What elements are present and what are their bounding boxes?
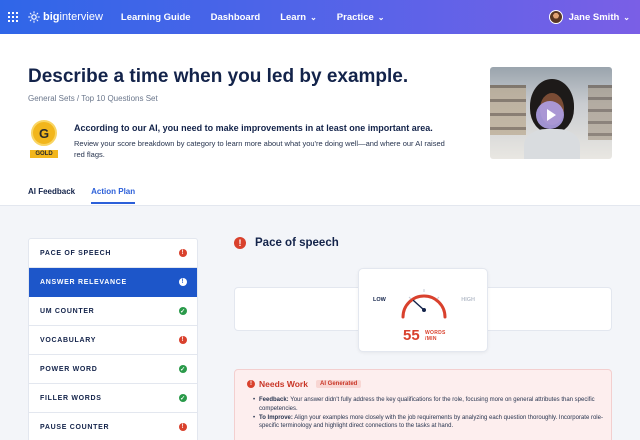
gauge-unit: WORDS/MIN (425, 330, 446, 342)
improve-text: Align your examples more closely with th… (259, 414, 603, 430)
sidebar-item-label: POWER WORD (40, 365, 98, 373)
sidebar-item-label: PAUSE COUNTER (40, 423, 110, 431)
user-name: Jane Smith (568, 11, 620, 23)
logo[interactable]: big interview (28, 11, 103, 23)
logo-light-text: interview (59, 11, 103, 23)
chevron-down-icon: ⌄ (310, 12, 317, 22)
ai-generated-badge: AI Generated (315, 380, 362, 388)
gauge-needle (412, 299, 425, 311)
needs-work-list: Feedback: Your answer didn't fully addre… (253, 396, 605, 431)
sidebar-item-filler-words[interactable]: FILLER WORDS ✓ (29, 384, 197, 413)
section-heading: ! Pace of speech (234, 237, 339, 249)
tab-bar: AI Feedback Action Plan (28, 187, 151, 204)
apps-grid-icon[interactable] (8, 12, 18, 22)
pace-gauge-card: LOW HIGH 55 WORDS/MIN (358, 268, 488, 352)
feedback-label: Feedback: (259, 397, 289, 403)
question-header: Describe a time when you led by example.… (0, 34, 640, 206)
top-nav: big interview Learning Guide Dashboard Le… (0, 0, 640, 34)
feedback-text: Your answer didn't fully address the key… (259, 397, 595, 412)
sidebar-item-pace-of-speech[interactable]: PACE OF SPEECH ! (29, 239, 197, 268)
bookshelf-bg (588, 85, 612, 140)
gauge-pivot (422, 308, 426, 312)
improve-label: To Improve: (259, 414, 293, 421)
gold-medal: G GOLD (30, 120, 58, 162)
alert-icon: ! (179, 278, 187, 286)
nav-link-label: Dashboard (210, 11, 261, 23)
sidebar-item-label: PACE OF SPEECH (40, 249, 112, 257)
tab-ai-feedback[interactable]: AI Feedback (28, 187, 75, 204)
avatar (548, 10, 563, 24)
alert-icon: ! (179, 336, 187, 344)
gauge-high-label: HIGH (461, 297, 475, 303)
alert-icon: ! (234, 237, 246, 249)
chevron-down-icon: ⌄ (377, 12, 385, 22)
sidebar-item-label: FILLER WORDS (40, 394, 102, 402)
category-sidebar: PACE OF SPEECH ! ANSWER RELEVANCE ! UM C… (28, 238, 198, 440)
logo-bold-text: big (43, 11, 60, 23)
bookshelf-bg (490, 85, 526, 135)
nav-link-label: Practice (336, 11, 374, 23)
sidebar-item-vocabulary[interactable]: VOCABULARY ! (29, 326, 197, 355)
needs-work-panel: ! Needs Work AI Generated Feedback: Your… (234, 369, 612, 440)
check-icon: ✓ (179, 365, 187, 373)
ai-summary-description: Review your score breakdown by category … (74, 139, 445, 159)
needs-work-header: ! Needs Work AI Generated (247, 379, 362, 389)
sidebar-item-label: ANSWER RELEVANCE (40, 278, 127, 286)
section-title: Pace of speech (255, 237, 339, 249)
gauge-low-label: LOW (373, 297, 386, 303)
needs-work-title: Needs Work (259, 379, 308, 389)
nav-practice-dropdown[interactable]: Practice ⌄ (337, 12, 385, 23)
sidebar-item-label: UM COUNTER (40, 307, 95, 315)
video-thumbnail[interactable] (490, 67, 612, 159)
gauge-value: 55 (403, 327, 420, 344)
nav-learning-guide[interactable]: Learning Guide (121, 12, 191, 23)
sidebar-item-um-counter[interactable]: UM COUNTER ✓ (29, 297, 197, 326)
logo-sun-icon (28, 11, 40, 23)
chevron-down-icon: ⌄ (623, 12, 630, 22)
medal-circle: G (31, 120, 57, 146)
list-item: To Improve: Align your examples more clo… (253, 414, 605, 431)
ai-summary-title: According to our AI, you need to make im… (74, 123, 433, 133)
page-title: Describe a time when you led by example. (28, 66, 409, 87)
play-icon[interactable] (536, 101, 564, 129)
check-icon: ✓ (179, 394, 187, 402)
sidebar-item-power-word[interactable]: POWER WORD ✓ (29, 355, 197, 384)
speedometer-icon (401, 289, 447, 319)
check-icon: ✓ (179, 307, 187, 315)
tab-action-plan[interactable]: Action Plan (91, 187, 136, 204)
nav-link-label: Learn (280, 11, 307, 23)
alert-icon: ! (179, 423, 187, 431)
breadcrumb: General Sets / Top 10 Questions Set (28, 94, 158, 103)
sidebar-item-pause-counter[interactable]: PAUSE COUNTER ! (29, 413, 197, 440)
nav-link-label: Learning Guide (120, 11, 191, 23)
medal-tag: GOLD (30, 150, 58, 158)
user-menu[interactable]: Jane Smith ⌄ (548, 0, 630, 34)
nav-learn-dropdown[interactable]: Learn ⌄ (280, 12, 317, 23)
alert-icon: ! (179, 249, 187, 257)
list-item: Feedback: Your answer didn't fully addre… (253, 396, 605, 413)
nav-dashboard[interactable]: Dashboard (211, 12, 261, 23)
gauge-unit-line2: /MIN (425, 336, 437, 342)
medal-letter: G (38, 125, 50, 141)
alert-icon: ! (247, 380, 255, 388)
sidebar-item-label: VOCABULARY (40, 336, 97, 344)
person-torso (524, 129, 580, 159)
sidebar-item-answer-relevance[interactable]: ANSWER RELEVANCE ! (29, 268, 197, 297)
